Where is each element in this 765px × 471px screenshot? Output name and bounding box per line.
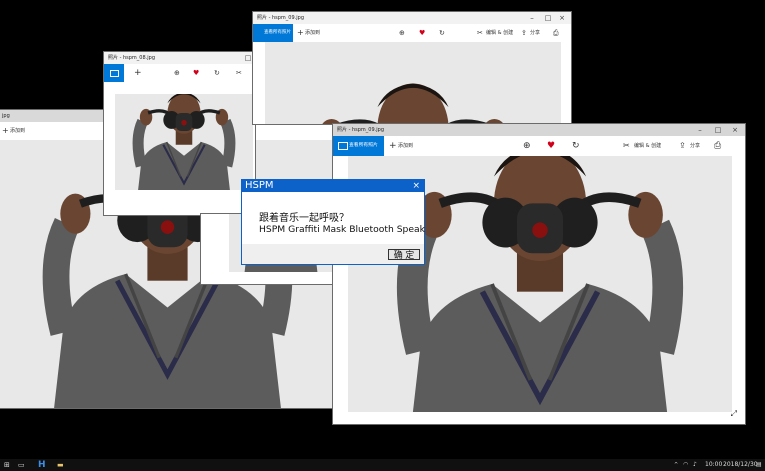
edit-icon[interactable]: ✂ xyxy=(236,64,242,82)
photo-view xyxy=(115,94,253,190)
add-to-button[interactable]: 添加到 xyxy=(398,136,413,156)
wifi-icon[interactable]: ◠ xyxy=(683,459,688,471)
photos-icon xyxy=(110,70,119,77)
volume-icon[interactable]: ♪ xyxy=(693,459,697,471)
expand-icon[interactable]: ⤢ xyxy=(731,409,737,419)
rotate-icon[interactable]: ↻ xyxy=(214,64,220,82)
share-button[interactable]: 分享 xyxy=(530,24,540,42)
share-icon[interactable]: ⇪ xyxy=(679,136,686,156)
window-titlebar[interactable]: 照片 - hspm_09.jpg – □ × xyxy=(333,124,745,136)
dialog-message-line2: HSPM Graffiti Mask Bluetooth Speaker xyxy=(259,224,425,235)
minimize-icon[interactable]: – xyxy=(693,124,707,136)
add-to-button[interactable]: 添加到 xyxy=(305,24,320,42)
add-icon[interactable]: + xyxy=(2,122,9,140)
folder-icon[interactable]: ▬ xyxy=(57,459,64,471)
window-title: 照片 - hspm_08.jpg xyxy=(108,55,155,61)
minimize-icon[interactable]: – xyxy=(525,12,539,24)
close-icon[interactable]: × xyxy=(412,180,420,192)
share-icon[interactable]: ⇪ xyxy=(521,24,527,42)
rotate-icon[interactable]: ↻ xyxy=(572,136,580,156)
photo-image xyxy=(115,94,253,190)
dialog-body: 跟着音乐一起呼吸？ HSPM Graffiti Mask Bluetooth S… xyxy=(242,192,425,245)
window-titlebar[interactable]: 照片 - hspm_09.jpg – □ × xyxy=(253,12,571,24)
window-title: 照片 - hspm_09.jpg xyxy=(337,127,384,133)
ok-button[interactable]: 确 定 xyxy=(388,249,420,260)
edit-icon[interactable]: ✂ xyxy=(623,136,630,156)
dialog-titlebar[interactable]: HSPM × xyxy=(242,180,424,192)
window-toolbar: 查看所有照片 + 添加到 ⊕ ♥ ↻ ✂ 编辑 & 创建 ⇪ 分享 ⎙ xyxy=(253,24,571,42)
task-view-icon[interactable]: ▭ xyxy=(18,459,25,471)
add-icon[interactable]: + xyxy=(389,136,397,156)
clock-date[interactable]: 2018/12/30 xyxy=(723,459,758,471)
chevron-up-icon[interactable]: ^ xyxy=(674,459,678,471)
add-to-button[interactable]: 添加到 xyxy=(10,122,25,140)
heart-icon[interactable]: ♥ xyxy=(419,24,425,42)
photo-view xyxy=(265,42,561,124)
print-icon[interactable]: ⎙ xyxy=(553,24,559,42)
edit-icon[interactable]: ✂ xyxy=(477,24,483,42)
message-dialog[interactable]: HSPM × 跟着音乐一起呼吸？ HSPM Graffiti Mask Blue… xyxy=(241,179,425,265)
window-title: 照片 - hspm_09.jpg xyxy=(257,15,304,21)
add-icon[interactable]: + xyxy=(297,24,304,42)
photos-window-top[interactable]: 照片 - hspm_09.jpg – □ × 查看所有照片 + 添加到 ⊕ ♥ … xyxy=(253,12,571,124)
print-icon[interactable]: ⎙ xyxy=(714,136,721,156)
add-to-button[interactable]: + xyxy=(134,64,142,82)
close-icon[interactable]: × xyxy=(728,124,742,136)
zoom-icon[interactable]: ⊕ xyxy=(523,136,531,156)
photos-icon xyxy=(338,142,348,150)
dialog-title: HSPM xyxy=(245,180,274,191)
notification-icon[interactable]: ▤ xyxy=(756,459,762,471)
share-button[interactable]: 分享 xyxy=(690,136,700,156)
view-all-photos-button[interactable]: 查看所有照片 xyxy=(253,24,293,42)
heart-icon[interactable]: ♥ xyxy=(193,64,199,82)
zoom-icon[interactable]: ⊕ xyxy=(174,64,180,82)
window-title: jpg xyxy=(2,113,10,119)
zoom-icon[interactable]: ⊕ xyxy=(399,24,405,42)
window-titlebar[interactable]: 照片 - hspm_08.jpg □ xyxy=(104,52,255,64)
edit-create-button[interactable]: 编辑 & 创建 xyxy=(486,24,513,42)
photo-image xyxy=(265,42,561,124)
view-all-photos-button[interactable]: 查看所有照片 xyxy=(333,136,384,156)
window-toolbar: 查看所有照片 + 添加到 ⊕ ♥ ↻ ✂ 编辑 & 创建 ⇪ 分享 ⎙ xyxy=(333,136,745,156)
dialog-message-line1: 跟着音乐一起呼吸？ xyxy=(259,213,349,224)
view-all-photos-button[interactable] xyxy=(104,64,124,82)
edit-create-button[interactable]: 编辑 & 创建 xyxy=(634,136,661,156)
window-toolbar: + ⊕ ♥ ↻ ✂ xyxy=(104,64,255,82)
taskbar: ⊞ ▭ H ▬ ^ ◠ ♪ 10:00 2018/12/30 ▤ xyxy=(0,459,765,471)
heart-icon[interactable]: ♥ xyxy=(547,136,555,156)
app-icon[interactable]: H xyxy=(38,459,46,471)
photos-window-front[interactable]: 照片 - hspm_09.jpg – □ × 查看所有照片 + 添加到 ⊕ ♥ … xyxy=(333,124,745,424)
maximize-icon[interactable]: □ xyxy=(711,124,725,136)
photos-window-small[interactable]: 照片 - hspm_08.jpg □ + ⊕ ♥ ↻ ✂ xyxy=(104,52,255,215)
close-icon[interactable]: × xyxy=(555,12,569,24)
dialog-footer: 确 定 xyxy=(242,244,424,264)
rotate-icon[interactable]: ↻ xyxy=(439,24,445,42)
maximize-icon[interactable]: □ xyxy=(541,12,555,24)
clock-time[interactable]: 10:00 xyxy=(705,459,722,471)
start-icon[interactable]: ⊞ xyxy=(4,459,10,471)
